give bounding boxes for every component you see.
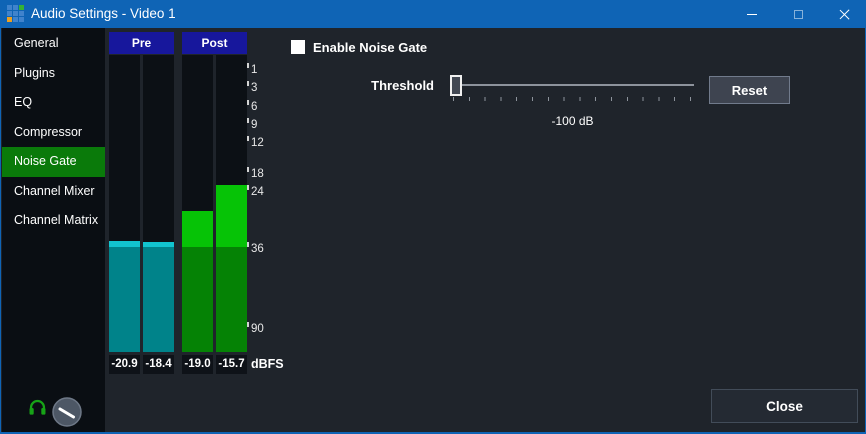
threshold-slider-tickmarks [453, 97, 691, 101]
enable-noise-gate-checkbox[interactable] [291, 40, 305, 54]
meter-header-pre: Pre [109, 32, 174, 54]
scale-tick [247, 118, 249, 123]
meter-column-post-right [216, 55, 247, 352]
sidebar-item-general[interactable]: General [2, 29, 105, 59]
scale-tick [247, 136, 249, 141]
scale-tick [247, 100, 249, 105]
sidebar-item-channel-mixer[interactable]: Channel Mixer [2, 177, 105, 207]
scale-tick [247, 81, 249, 86]
meter-reading-post-right: -15.7 [216, 355, 247, 374]
threshold-slider-thumb[interactable] [450, 75, 462, 96]
minimize-icon [747, 14, 757, 15]
meter-bar-post-right [216, 247, 247, 352]
meter-column-pre-right [143, 55, 174, 352]
meter-bar-pre-right [143, 247, 174, 352]
monitor-volume-knob[interactable] [52, 397, 82, 432]
close-button[interactable]: Close [711, 389, 858, 423]
meter-bar-post-right-bright [216, 185, 247, 247]
meter-column-post-left [182, 55, 213, 352]
titlebar[interactable]: Audio Settings - Video 1 [1, 0, 866, 28]
scale-tick [247, 242, 249, 247]
maximize-icon [794, 10, 803, 19]
sidebar-item-eq[interactable]: EQ [2, 88, 105, 118]
threshold-value: -100 dB [451, 114, 694, 128]
audio-settings-window: Audio Settings - Video 1 General Plugins… [0, 0, 866, 434]
meter-unit-label: dBFS [251, 355, 284, 374]
meter-header-post: Post [182, 32, 247, 54]
maximize-button[interactable] [775, 0, 821, 28]
enable-noise-gate-label: Enable Noise Gate [313, 40, 427, 55]
scale-tick [247, 167, 249, 172]
app-logo-icon [7, 5, 24, 22]
meter-column-pre-left [109, 55, 140, 352]
window-title: Audio Settings - Video 1 [31, 0, 176, 28]
scale-tick [247, 185, 249, 190]
threshold-label: Threshold [334, 78, 434, 93]
sidebar-item-compressor[interactable]: Compressor [2, 118, 105, 148]
meter-bar-pre-left [109, 247, 140, 352]
meter-reading-pre-right: -18.4 [143, 355, 174, 374]
close-icon [839, 9, 850, 20]
threshold-slider-track[interactable] [451, 84, 694, 86]
reset-button[interactable]: Reset [709, 76, 790, 104]
sidebar-item-channel-matrix[interactable]: Channel Matrix [2, 206, 105, 236]
meter-reading-post-left: -19.0 [182, 355, 213, 374]
reset-button-label: Reset [732, 83, 767, 98]
scale-tick [247, 322, 249, 327]
minimize-button[interactable] [729, 0, 775, 28]
meter-bar-post-left-bright [182, 211, 213, 247]
scale-tick [247, 63, 249, 68]
meter-reading-pre-left: -20.9 [109, 355, 140, 374]
sidebar: General Plugins EQ Compressor Noise Gate… [2, 28, 105, 432]
meter-bar-post-left [182, 247, 213, 352]
close-button-label: Close [766, 399, 803, 414]
headphones-icon[interactable] [28, 398, 47, 422]
sidebar-item-plugins[interactable]: Plugins [2, 59, 105, 89]
close-window-button[interactable] [821, 0, 866, 28]
sidebar-item-noise-gate[interactable]: Noise Gate [2, 147, 105, 177]
